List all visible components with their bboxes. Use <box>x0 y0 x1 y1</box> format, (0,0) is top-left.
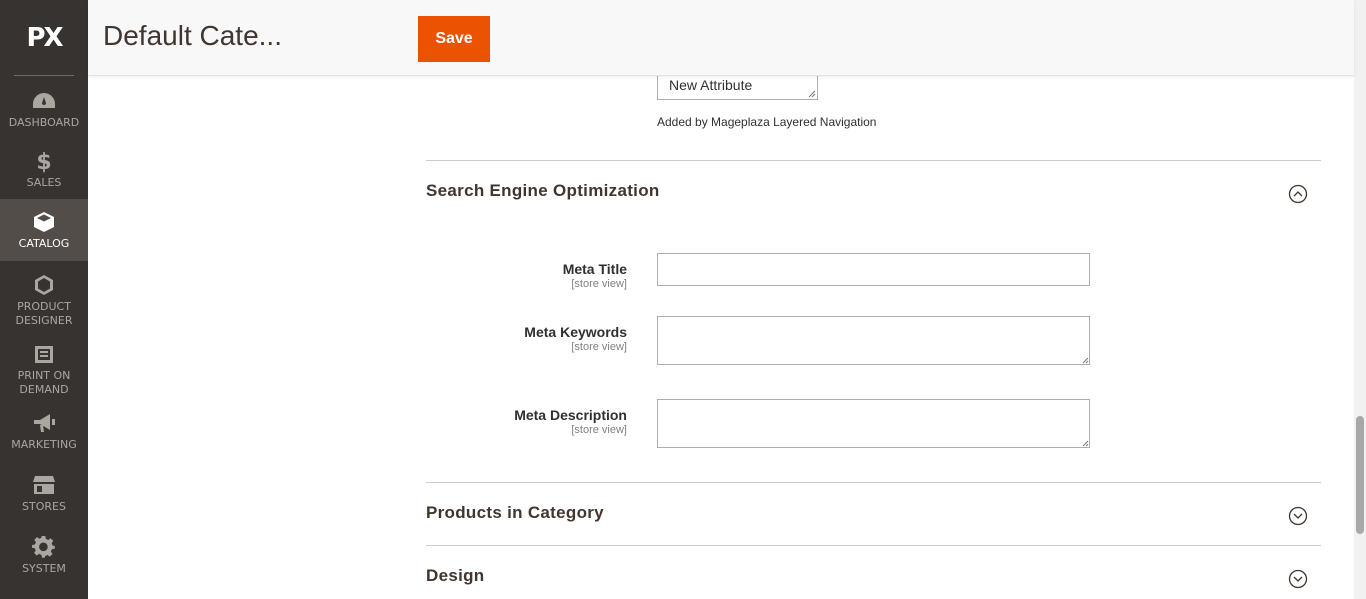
meta-title-label: Meta Title <box>562 261 627 277</box>
nav-label: DASHBOARD <box>8 116 80 129</box>
meta-description-label-group: Meta Description [store view] <box>426 407 627 447</box>
design-section[interactable]: Design <box>426 545 1321 599</box>
page-title: Default Cate... <box>103 20 282 51</box>
meta-description-label: Meta Description <box>514 407 627 423</box>
logo-divider <box>14 75 74 76</box>
nav-item-catalog[interactable]: CATALOG <box>0 199 88 261</box>
chevron-up-icon[interactable] <box>1288 184 1308 204</box>
svg-text:$: $ <box>36 150 51 173</box>
nav-label: PRINT ON DEMAND <box>17 369 71 396</box>
products-in-category-section[interactable]: Products in Category <box>426 482 1321 545</box>
printer-icon <box>31 341 57 367</box>
nav-item-system[interactable]: SYSTEM <box>0 534 88 584</box>
chevron-down-icon[interactable] <box>1288 506 1308 526</box>
nav-label: SYSTEM <box>22 562 66 575</box>
meta-keywords-scope: [store view] <box>571 341 627 353</box>
logo[interactable]: PX <box>0 0 88 75</box>
nav-item-marketing[interactable]: MARKETING <box>0 410 88 460</box>
dollar-icon: $ <box>31 148 57 174</box>
main-content: New Attribute Added by Mageplaza Layered… <box>88 76 1354 599</box>
nav-item-print-on-demand[interactable]: PRINT ON DEMAND <box>0 341 88 399</box>
meta-title-label-group: Meta Title [store view] <box>426 261 627 301</box>
nav-label: STORES <box>22 500 66 513</box>
meta-title-input[interactable] <box>657 253 1090 286</box>
nav-item-sales[interactable]: $ SALES <box>0 148 88 198</box>
nav-item-dashboard[interactable]: DASHBOARD <box>0 88 88 138</box>
meta-keywords-label-group: Meta Keywords [store view] <box>426 324 627 364</box>
dashboard-icon <box>31 88 57 114</box>
resize-grip-icon[interactable] <box>1081 356 1089 364</box>
store-icon <box>31 472 57 498</box>
meta-keywords-textarea[interactable] <box>657 316 1090 365</box>
nav-label: PRODUCT DESIGNER <box>15 300 73 327</box>
save-button[interactable]: Save <box>418 16 490 62</box>
design-section-title[interactable]: Design <box>426 566 484 586</box>
meta-description-textarea[interactable] <box>657 399 1090 448</box>
seo-section-title[interactable]: Search Engine Optimization <box>426 181 660 201</box>
admin-sidebar: PX DASHBOARD $ SALES CATALOG PRODUCT DES… <box>0 0 88 599</box>
nav-label: SALES <box>26 176 62 189</box>
attribute-note: Added by Mageplaza Layered Navigation <box>657 115 877 129</box>
logo-text: PX <box>26 22 63 53</box>
hexagon-icon <box>31 272 57 298</box>
meta-description-scope: [store view] <box>571 424 627 436</box>
scrollbar-thumb[interactable] <box>1356 416 1364 534</box>
page-header: Default Cate... Save <box>88 0 1354 76</box>
layered-navigation-attribute-select[interactable]: New Attribute <box>657 76 818 100</box>
resize-grip-icon[interactable] <box>1081 439 1089 447</box>
nav-item-product-designer[interactable]: PRODUCT DESIGNER <box>0 272 88 330</box>
resize-grip-icon[interactable] <box>806 88 816 98</box>
nav-label: CATALOG <box>18 237 70 250</box>
nav-item-stores[interactable]: STORES <box>0 472 88 522</box>
selected-option: New Attribute <box>669 77 753 93</box>
meta-keywords-label: Meta Keywords <box>524 324 627 340</box>
products-in-category-title[interactable]: Products in Category <box>426 503 604 523</box>
scroll-down-icon <box>805 76 811 77</box>
meta-title-scope: [store view] <box>571 278 627 290</box>
page-scrollbar[interactable] <box>1354 0 1366 599</box>
gear-icon <box>31 534 57 560</box>
nav-label: MARKETING <box>11 438 77 451</box>
megaphone-icon <box>31 410 57 436</box>
chevron-down-icon[interactable] <box>1288 569 1308 589</box>
box-icon <box>31 209 57 235</box>
